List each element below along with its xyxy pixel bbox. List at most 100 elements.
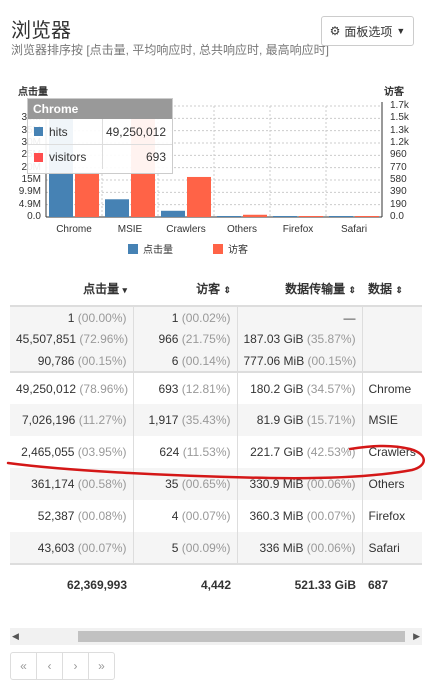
x-axis-label: Safari <box>340 224 368 235</box>
cell-hits: 7,026,196 (11.27%) <box>10 404 134 436</box>
last-page-button[interactable]: » <box>88 652 115 680</box>
x-axis-label: MSIE <box>117 224 143 235</box>
browsers-table: 点击量 ▾ 访客 ⇕ 数据传输量 ⇕ 数据 ⇕ 1 (00.00%) 1 (00.… <box>10 272 422 604</box>
cell-percent: (00.08%) <box>74 509 127 523</box>
next-page-button[interactable]: › <box>62 652 89 680</box>
cell-value: 90,786 <box>37 353 75 368</box>
bar-visitors-crawlers[interactable] <box>187 176 211 217</box>
cell-hits: 45,507,851 (72.96%) <box>10 328 134 350</box>
header-hits[interactable]: 点击量 ▾ <box>10 272 133 307</box>
cell-visitors: 6 (00.14%) <box>133 350 238 372</box>
caret-down-icon: ▼ <box>396 26 406 36</box>
cell-hits: 90,786 (00.15%) <box>10 350 134 372</box>
cell-bandwidth: 180.2 GiB (34.57%) <box>237 371 363 404</box>
summary-row: 1 (00.00%)1 (00.02%) — — <box>10 306 422 328</box>
cell-visitors: 1 (00.02%) <box>133 306 238 328</box>
cell-percent: (00.14%) <box>178 353 231 368</box>
cell-visitors: 624 (11.53%) <box>133 436 238 468</box>
cell-percent: (00.09%) <box>178 540 231 555</box>
right-axis-tick: 580 <box>390 174 407 185</box>
cell-value: 361,174 <box>31 477 75 491</box>
tooltip-row-visitors: visitors 693 <box>28 144 172 169</box>
cell-value: 624 <box>159 445 180 459</box>
cell-visitors: 1,917 (35.43%) <box>133 404 238 436</box>
scroll-right-icon[interactable]: ▶ <box>413 631 420 642</box>
cell-percent: (11.27%) <box>75 413 127 427</box>
browsers-table-container[interactable]: 点击量 ▾ 访客 ⇕ 数据传输量 ⇕ 数据 ⇕ 1 (00.00%) 1 (00.… <box>10 272 422 607</box>
sort-desc-icon: ▾ <box>122 285 127 295</box>
cell-value: 966 <box>158 332 179 346</box>
table-row: 7,026,196 (11.27%) 1,917 (35.43%) 81.9 GiB… <box>10 404 422 436</box>
legend-hits[interactable]: 点击量 <box>128 241 173 256</box>
bar-hits-others[interactable] <box>217 216 241 217</box>
total-cell: 4,442 <box>133 563 237 604</box>
bar-visitors-safari[interactable] <box>355 216 379 217</box>
cell-percent: (21.75%) <box>178 332 231 346</box>
table-row: 2,465,055 (03.95%) 624 (11.53%) 221.7 GiB … <box>10 436 422 468</box>
cell-data: Safari <box>362 532 422 564</box>
cell-visitors: 5 (00.09%) <box>133 532 238 564</box>
x-axis-label: Firefox <box>282 224 314 235</box>
left-axis-title: 点击量 <box>18 87 48 98</box>
legend-hits-label: 点击量 <box>143 245 173 256</box>
left-axis-tick: 4.9M <box>18 198 41 210</box>
bar-hits-crawlers[interactable] <box>161 210 185 217</box>
cell-hits: 52,387 (00.08%) <box>10 500 134 532</box>
chart-tooltip: Chrome hits 49,250,012 visitors 693 <box>27 98 173 174</box>
prev-page-button[interactable]: ‹ <box>36 652 63 680</box>
cell-data: MSIE <box>362 404 422 436</box>
bar-hits-safari[interactable] <box>329 216 353 217</box>
summary-row: 90,786 (00.15%) 6 (00.14%) 777.06 MiB (00.… <box>10 350 422 372</box>
total-cell: 62,369,993 <box>10 563 133 604</box>
cell-percent: (00.15%) <box>74 353 127 368</box>
cell-percent: (03.95%) <box>74 445 127 459</box>
cell-percent: (00.07%) <box>178 509 231 523</box>
cell-value: 336 MiB <box>259 540 304 555</box>
tooltip-visitors-value: 693 <box>102 145 172 169</box>
cell-percent: (00.15%) <box>304 353 357 368</box>
table-header-row: 点击量 ▾ 访客 ⇕ 数据传输量 ⇕ 数据 ⇕ <box>10 272 422 307</box>
scroll-left-icon[interactable]: ◀ <box>12 631 19 642</box>
pagination: « ‹ › » <box>10 652 115 680</box>
cell-percent: (00.07%) <box>74 540 127 555</box>
right-axis-tick: 960 <box>390 149 407 161</box>
header-data[interactable]: 数据 ⇕ <box>362 272 422 307</box>
cell-value: 187.03 GiB <box>243 332 304 346</box>
header-bandwidth[interactable]: 数据传输量 ⇕ <box>237 272 362 307</box>
tooltip-visitors-swatch <box>34 152 43 162</box>
cell-visitors: 693 (12.81%) <box>133 371 238 404</box>
bar-visitors-chrome[interactable] <box>75 172 99 217</box>
bar-hits-firefox[interactable] <box>273 216 297 217</box>
tooltip-visitors-label: visitors <box>49 150 87 164</box>
cell-bandwidth: 330.9 MiB (00.06%) <box>237 468 363 500</box>
cell-data: Crawlers <box>368 445 416 459</box>
cell-percent: (00.06%) <box>303 477 356 491</box>
bar-visitors-firefox[interactable] <box>299 216 323 217</box>
panel-options-button[interactable]: ⚙ 面板选项 ▼ <box>321 16 414 46</box>
first-page-button[interactable]: « <box>10 652 37 680</box>
table-row: 43,603 (00.07%) 5 (00.09%) 336 MiB (00.06%… <box>10 532 422 564</box>
legend-visitors[interactable]: 访客 <box>213 241 248 256</box>
cell-percent: (12.81%) <box>178 381 231 396</box>
bar-visitors-others[interactable] <box>243 214 267 217</box>
tooltip-title: Chrome <box>28 99 172 119</box>
cell-hits: 361,174 (00.58%) <box>10 468 134 500</box>
sort-icon: ⇕ <box>348 285 356 295</box>
cell-value: 360.3 MiB <box>249 509 304 523</box>
legend-hits-swatch <box>128 243 138 254</box>
table-row: 361,174 (00.58%) 35 (00.65%) 330.9 MiB (00… <box>10 468 422 500</box>
scrollbar-thumb[interactable] <box>78 631 405 642</box>
bar-hits-msie[interactable] <box>105 199 129 217</box>
page-subtitle: 浏览器排序按 [点击量, 平均响应时, 总共响应时, 最高响应时] <box>11 43 330 57</box>
cell-visitors: 966 (21.75%) <box>133 328 238 350</box>
total-cell: 521.33 GiB <box>237 563 362 604</box>
right-axis-tick: 1.2k <box>390 137 409 148</box>
page-title: 浏览器 <box>11 20 71 42</box>
browsers-chart: 点击量 访客 0.04.9M9.9M15M20M25M30M35M39M440.… <box>0 78 432 263</box>
cell-bandwidth: 777.06 MiB (00.15%) <box>237 350 363 372</box>
sort-icon: ⇕ <box>395 285 403 295</box>
legend-visitors-label: 访客 <box>228 245 248 256</box>
header-visitors[interactable]: 访客 ⇕ <box>133 272 237 307</box>
cell-value: 693 <box>158 381 179 396</box>
horizontal-scrollbar[interactable]: ◀ ▶ <box>10 628 422 645</box>
